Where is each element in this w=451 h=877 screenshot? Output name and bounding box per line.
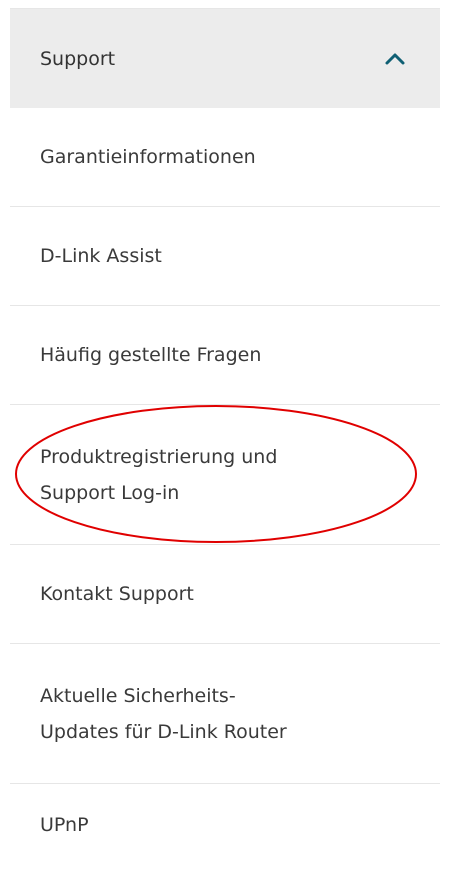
menu-item-label-line2: Updates für D-Link Router [40,720,287,743]
support-menu-page: Support Garantieinformationen D-Link Ass… [0,0,451,877]
chevron-up-icon[interactable] [384,52,406,66]
menu-item-label: Häufig gestellte Fragen [40,344,262,366]
menu-item-label: D-Link Assist [40,245,162,267]
support-accordion-header[interactable]: Support [10,9,440,108]
menu-item-label: Kontakt Support [40,583,194,605]
menu-item-label: UPnP [40,814,89,836]
menu-item-upnp[interactable]: UPnP [10,784,440,866]
menu-item-label-line1: Produktregistrierung und [40,445,278,468]
menu-item-faq[interactable]: Häufig gestellte Fragen [10,306,440,405]
support-menu: Support Garantieinformationen D-Link Ass… [10,9,440,866]
support-header-label: Support [40,47,116,70]
menu-item-label: Garantieinformationen [40,146,256,168]
menu-item-label-group: Aktuelle Sicherheits- Updates für D-Link… [40,678,287,750]
menu-item-label-line2: Support Log-in [40,481,180,504]
menu-item-product-registration[interactable]: Produktregistrierung und Support Log-in [10,405,440,545]
menu-item-label-group: Produktregistrierung und Support Log-in [40,439,277,511]
menu-item-security-updates[interactable]: Aktuelle Sicherheits- Updates für D-Link… [10,644,440,784]
menu-item-contact-support[interactable]: Kontakt Support [10,545,440,644]
menu-item-garantieinformationen[interactable]: Garantieinformationen [10,108,440,207]
menu-item-dlink-assist[interactable]: D-Link Assist [10,207,440,306]
menu-item-label-line1: Aktuelle Sicherheits- [40,684,236,707]
